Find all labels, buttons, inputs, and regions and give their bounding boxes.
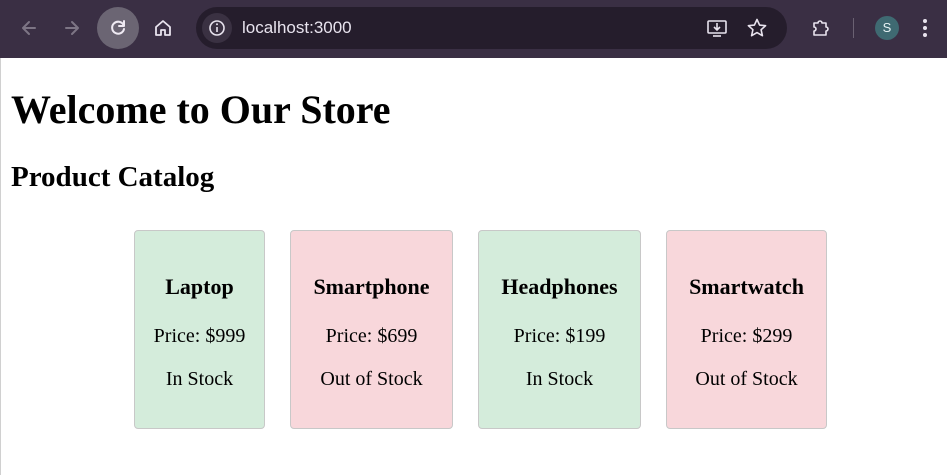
- product-price: Price: $299: [700, 325, 793, 347]
- menu-button[interactable]: [910, 7, 940, 49]
- forward-button[interactable]: [51, 7, 93, 49]
- bookmark-button[interactable]: [745, 16, 769, 40]
- product-card: Smartphone Price: $699 Out of Stock: [290, 230, 453, 429]
- product-name: Smartphone: [313, 274, 430, 299]
- stock-status: In Stock: [165, 368, 234, 390]
- back-button[interactable]: [8, 7, 50, 49]
- home-button[interactable]: [142, 7, 184, 49]
- product-price: Price: $999: [153, 325, 246, 347]
- arrow-left-icon: [22, 21, 36, 35]
- section-title: Product Catalog: [11, 161, 215, 193]
- arrow-right-icon: [65, 21, 79, 35]
- address-bar[interactable]: localhost:3000: [196, 7, 787, 49]
- product-price: Price: $699: [325, 325, 418, 347]
- site-info-button[interactable]: [202, 13, 232, 43]
- window-edge: [0, 58, 1, 475]
- page-title: Welcome to Our Store: [11, 87, 391, 132]
- toolbar-divider: [853, 18, 854, 38]
- browser-toolbar: localhost:3000 S: [0, 0, 947, 58]
- stock-status: Out of Stock: [320, 368, 423, 390]
- product-price: Price: $199: [513, 325, 606, 347]
- extensions-button[interactable]: [800, 7, 842, 49]
- product-name: Smartwatch: [689, 274, 804, 299]
- info-icon: [209, 20, 225, 36]
- home-icon: [155, 20, 171, 36]
- puzzle-icon: [813, 20, 829, 36]
- product-card: Headphones Price: $199 In Stock: [478, 230, 641, 429]
- stock-status: Out of Stock: [695, 368, 798, 390]
- install-app-icon: [707, 20, 727, 37]
- page-viewport: Welcome to Our Store Product Catalog Lap…: [0, 58, 947, 475]
- kebab-menu-icon: [923, 19, 927, 37]
- product-card: Laptop Price: $999 In Stock: [134, 230, 265, 429]
- star-icon: [747, 18, 767, 37]
- reload-button[interactable]: [97, 7, 139, 49]
- product-name: Laptop: [165, 274, 234, 299]
- url-text[interactable]: localhost:3000: [242, 7, 352, 49]
- product-name: Headphones: [501, 274, 618, 299]
- stock-status: In Stock: [525, 368, 594, 390]
- install-app-button[interactable]: [705, 16, 729, 40]
- reload-icon: [111, 20, 125, 35]
- product-card: Smartwatch Price: $299 Out of Stock: [666, 230, 827, 429]
- profile-avatar[interactable]: S: [875, 16, 899, 40]
